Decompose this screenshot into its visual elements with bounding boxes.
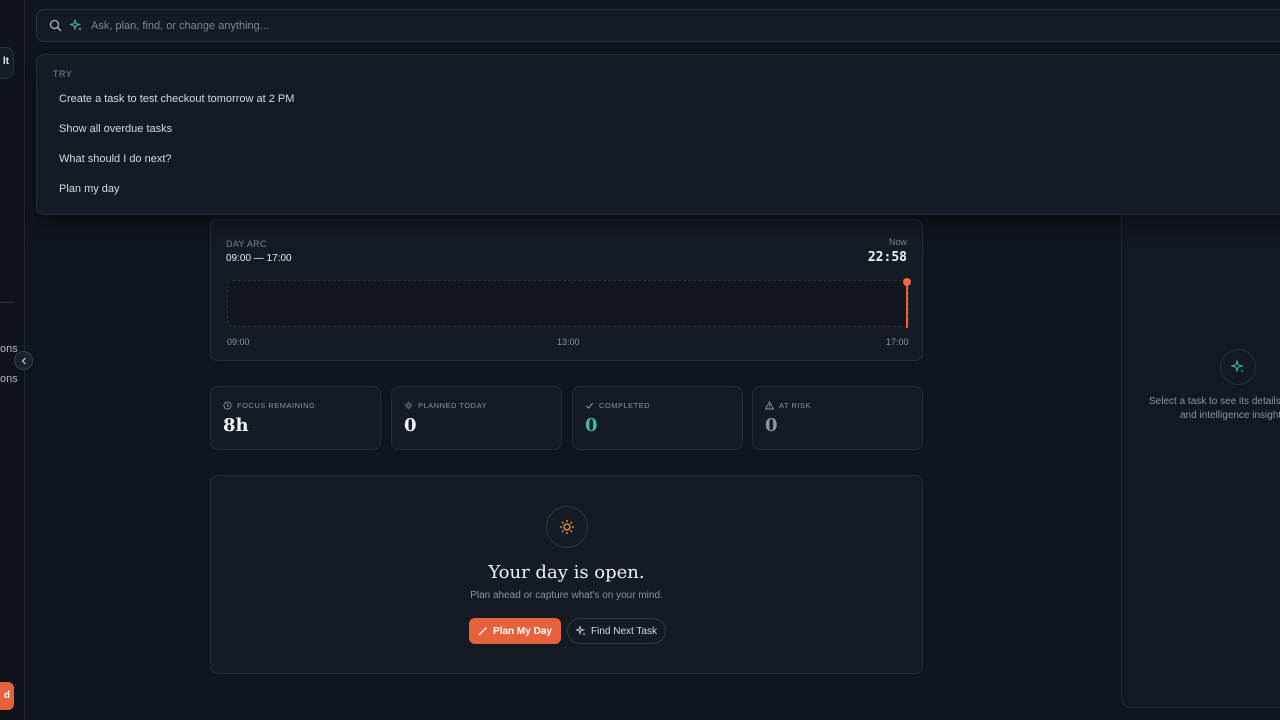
stat-card-focus: FOCUS REMAINING 8h <box>210 386 381 450</box>
magic-wand-icon <box>478 626 488 636</box>
stat-label: COMPLETED <box>585 401 650 410</box>
sidebar-item-label[interactable]: ons <box>0 343 18 355</box>
day-arc-label: DAY ARC <box>226 239 267 249</box>
sparkle-icon <box>1231 360 1244 373</box>
sidebar-collapse-button[interactable] <box>14 351 33 370</box>
stat-label: FOCUS REMAINING <box>223 401 315 410</box>
stat-value: 0 <box>404 415 417 436</box>
check-icon <box>585 402 594 409</box>
sidebar-item-label[interactable]: ons <box>0 373 18 385</box>
stat-label-text: AT RISK <box>779 401 811 410</box>
clock-icon <box>223 401 232 410</box>
suggestion-item[interactable]: Create a task to test checkout tomorrow … <box>59 93 294 105</box>
sun-icon <box>404 401 413 410</box>
now-label: Now <box>888 237 907 247</box>
now-indicator-line <box>906 282 908 328</box>
search-icon <box>49 19 62 32</box>
suggestion-item[interactable]: Plan my day <box>59 183 120 195</box>
stat-card-completed: COMPLETED 0 <box>572 386 743 450</box>
day-arc-track[interactable] <box>227 280 909 327</box>
empty-state-title: Your day is open. <box>488 562 645 583</box>
stat-card-at-risk: AT RISK 0 <box>752 386 923 450</box>
day-arc-range: 09:00 — 17:00 <box>226 253 292 264</box>
plan-my-day-label: Plan My Day <box>493 625 552 637</box>
panel-icon-circle <box>1220 349 1256 385</box>
stat-label: AT RISK <box>765 401 811 410</box>
stat-value: 0 <box>585 415 598 436</box>
stat-value: 8h <box>223 415 249 436</box>
suggestion-item[interactable]: What should I do next? <box>59 153 172 165</box>
empty-state-icon-circle <box>546 506 588 548</box>
sidebar-chip[interactable]: lt <box>0 47 14 79</box>
warning-icon <box>765 401 774 410</box>
sparkle-icon <box>70 19 82 31</box>
sidebar-divider <box>0 302 14 303</box>
stat-label-text: COMPLETED <box>599 401 651 410</box>
stat-label-text: FOCUS REMAINING <box>237 401 316 410</box>
sun-icon <box>560 520 574 534</box>
find-next-task-label: Find Next Task <box>591 625 657 637</box>
empty-state-card: Your day is open. Plan ahead or capture … <box>210 475 923 674</box>
command-bar[interactable] <box>36 9 1280 42</box>
find-next-task-button[interactable]: Find Next Task <box>567 618 666 644</box>
panel-message-line: and intelligence insights <box>1180 410 1280 421</box>
stat-card-planned: PLANNED TODAY 0 <box>391 386 562 450</box>
panel-message-line: Select a task to see its details <box>1149 396 1280 407</box>
sidebar-bottom-button[interactable]: d <box>0 682 14 710</box>
arc-tick-label: 09:00 <box>227 337 250 347</box>
stat-value: 0 <box>765 415 778 436</box>
suggestion-item[interactable]: Show all overdue tasks <box>59 123 172 135</box>
task-detail-panel: Select a task to see its details and int… <box>1121 190 1280 708</box>
now-indicator-dot <box>903 278 911 286</box>
plan-my-day-button[interactable]: Plan My Day <box>469 618 561 644</box>
sparkle-icon <box>576 626 586 636</box>
command-input[interactable] <box>91 19 691 32</box>
suggestions-label: TRY <box>53 69 73 79</box>
now-time: 22:58 <box>867 250 907 265</box>
stat-label: PLANNED TODAY <box>404 401 487 410</box>
panel-empty-message: Select a task to see its details and int… <box>1149 395 1280 423</box>
day-arc-card: DAY ARC 09:00 — 17:00 Now 22:58 09:00 13… <box>210 219 923 361</box>
arc-tick-label: 17:00 <box>886 337 909 347</box>
arc-tick-label: 13:00 <box>557 337 580 347</box>
empty-state-subtitle: Plan ahead or capture what's on your min… <box>470 590 663 601</box>
suggestions-dropdown: TRY Create a task to test checkout tomor… <box>36 54 1280 215</box>
stat-label-text: PLANNED TODAY <box>418 401 488 410</box>
chevron-left-icon <box>21 357 26 364</box>
